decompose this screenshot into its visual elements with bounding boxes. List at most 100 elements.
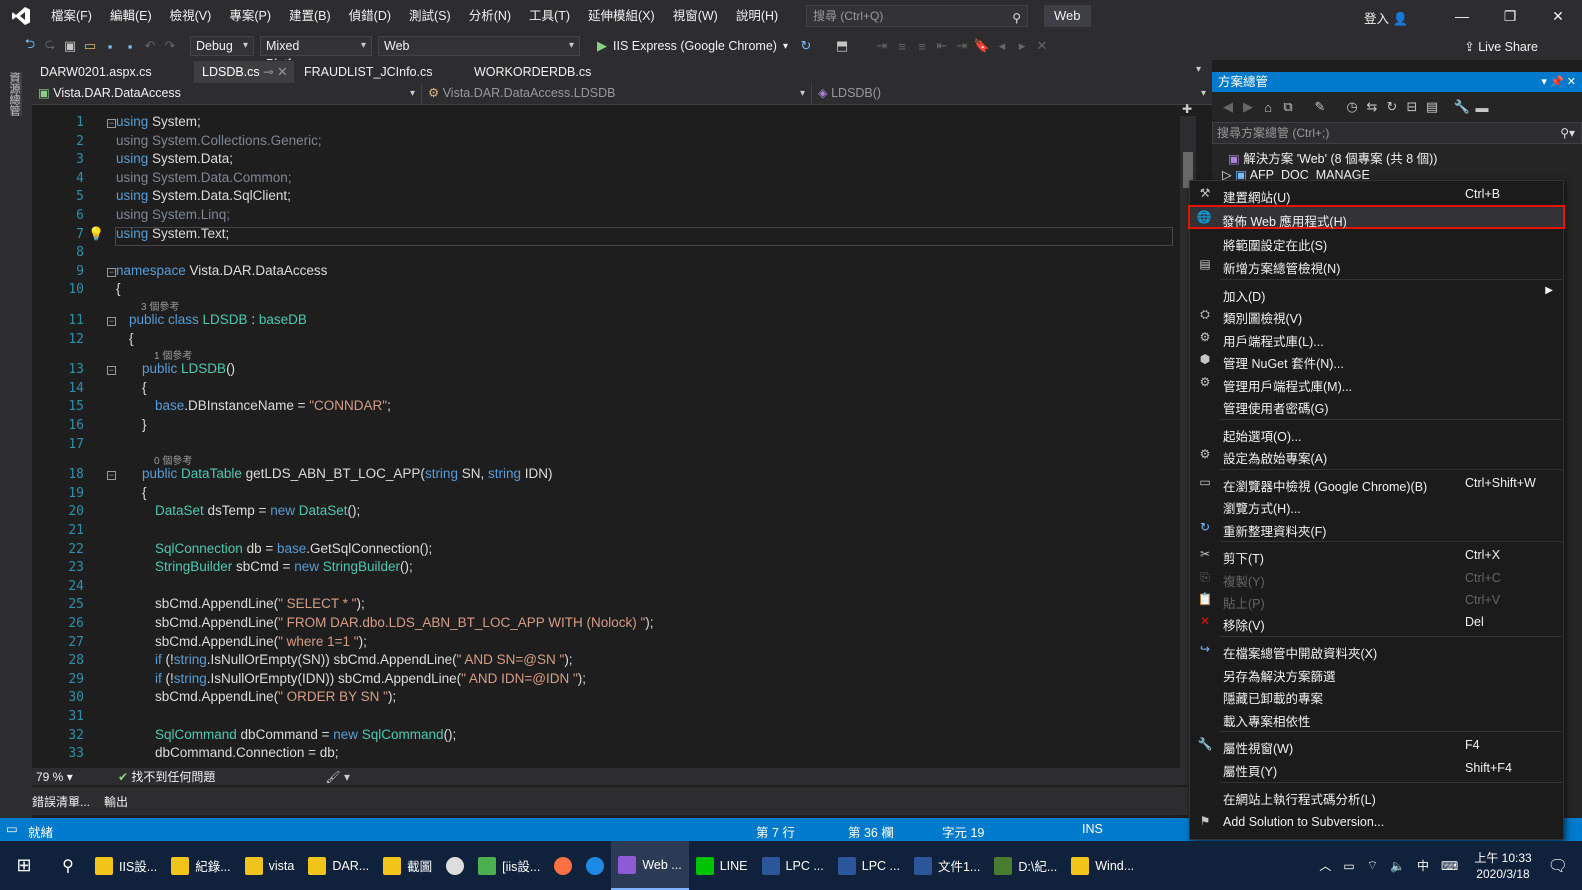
close-pane-icon[interactable]: ✕ bbox=[1567, 76, 1576, 88]
history-icon[interactable]: ◷ bbox=[1342, 99, 1362, 115]
context-menu-item[interactable]: 隱藏已卸載的專案 bbox=[1191, 684, 1563, 706]
taskbar-app[interactable] bbox=[547, 841, 579, 890]
menu-item[interactable]: 編輯(E) bbox=[101, 0, 161, 32]
context-menu-item[interactable]: 加入(D) ▶ bbox=[1191, 282, 1563, 304]
uncomment-icon[interactable]: ≡ bbox=[912, 39, 932, 54]
pin-icon[interactable]: 📌 bbox=[1550, 76, 1564, 88]
minimize-button[interactable]: — bbox=[1438, 0, 1486, 32]
context-menu-item[interactable]: ▤ 新增方案總管檢視(N) bbox=[1191, 254, 1563, 276]
ime-indicator[interactable]: 中 bbox=[1417, 857, 1429, 874]
code-editor[interactable]: 1 2 3 4 5 6 7 8 9 10 11 12 13 14 15 16 17 18 19 20 21 22 23 24 2… bbox=[32, 105, 1192, 768]
next-bookmark-icon[interactable]: ▸ bbox=[1012, 38, 1032, 54]
type-dropdown[interactable]: ⚙ Vista.DAR.DataAccess.LDSDB bbox=[422, 83, 812, 104]
refresh-icon[interactable]: ↻ bbox=[1382, 99, 1402, 115]
tool-window-tab[interactable]: 輸出 bbox=[104, 793, 128, 810]
taskbar-app[interactable]: Wind... bbox=[1064, 841, 1141, 890]
menu-item[interactable]: 工具(T) bbox=[520, 0, 579, 32]
new-project-icon[interactable]: ▣ bbox=[60, 38, 80, 54]
context-menu-item[interactable]: ↪ 在檔案總管中開啟資料夾(X) bbox=[1191, 639, 1563, 661]
run-button[interactable]: ▶ IIS Express (Google Chrome) ▾ bbox=[597, 38, 788, 54]
sign-in-link[interactable]: 登入 👤 bbox=[1364, 8, 1408, 27]
back-icon[interactable]: ◀ bbox=[1218, 99, 1238, 115]
taskbar-app[interactable] bbox=[439, 841, 471, 890]
menu-item[interactable]: 專案(P) bbox=[220, 0, 280, 32]
undo-icon[interactable]: ↶ bbox=[140, 38, 160, 54]
context-menu-item[interactable]: ✕ 移除(V) Del bbox=[1191, 611, 1563, 633]
context-menu-item[interactable]: 瀏覽方式(H)... bbox=[1191, 494, 1563, 516]
codelens-references[interactable]: 0 個參考 bbox=[154, 452, 192, 467]
close-button[interactable]: ✕ bbox=[1534, 0, 1582, 32]
collapse-icon[interactable]: − bbox=[107, 471, 116, 481]
member-dropdown[interactable]: ◈ LDSDB() bbox=[812, 83, 1212, 104]
collapse-icon[interactable]: − bbox=[107, 317, 116, 326]
startup-project-select[interactable]: Web bbox=[378, 36, 580, 56]
configuration-select[interactable]: Debug bbox=[190, 36, 254, 56]
context-menu-item[interactable]: ▭ 在瀏覽器中檢視 (Google Chrome)(B) Ctrl+Shift+W bbox=[1191, 472, 1563, 494]
taskbar-app[interactable]: 文件1... bbox=[907, 841, 987, 890]
tool-window-tab[interactable]: 錯誤清單... bbox=[32, 793, 90, 810]
zoom-select[interactable]: 79 % ▾ bbox=[32, 770, 92, 784]
preview-icon[interactable]: ▬ bbox=[1472, 100, 1492, 115]
context-menu-item[interactable]: ⚑ Add Solution to Subversion... bbox=[1191, 811, 1563, 833]
open-file-icon[interactable]: ▭ bbox=[80, 38, 100, 54]
taskbar-app[interactable]: Web ... bbox=[611, 841, 689, 890]
forward-icon[interactable]: ▶ bbox=[1238, 99, 1258, 115]
lightbulb-icon[interactable]: 💡 bbox=[88, 226, 104, 242]
chevron-down-icon[interactable]: ▾ bbox=[783, 41, 788, 52]
redo-icon[interactable]: ↷ bbox=[160, 38, 180, 54]
maximize-button[interactable]: ❐ bbox=[1486, 0, 1534, 32]
battery-icon[interactable]: ▭ bbox=[1343, 859, 1354, 873]
save-all-icon[interactable]: ▪ bbox=[120, 39, 140, 54]
switch-views-icon[interactable]: ⧉ bbox=[1278, 99, 1298, 115]
clear-bookmarks-icon[interactable]: ✕ bbox=[1032, 38, 1052, 54]
taskbar-app[interactable]: vista bbox=[238, 841, 302, 890]
outdent-icon[interactable]: ⇥ bbox=[952, 38, 972, 54]
context-menu-item[interactable]: 在網站上執行程式碼分析(L) bbox=[1191, 785, 1563, 807]
menu-item[interactable]: 視窗(W) bbox=[664, 0, 727, 32]
taskbar-app[interactable]: LINE bbox=[689, 841, 755, 890]
context-menu-item[interactable]: 管理使用者密碼(G) bbox=[1191, 394, 1563, 416]
menu-item[interactable]: 偵錯(D) bbox=[340, 0, 400, 32]
browser-link-icon[interactable]: ⬒ bbox=[832, 38, 852, 54]
context-menu-item[interactable]: 載入專案相依性 bbox=[1191, 707, 1563, 729]
menu-item[interactable]: 檔案(F) bbox=[42, 0, 101, 32]
context-menu-item[interactable]: 另存為解決方案篩選 bbox=[1191, 662, 1563, 684]
pin-tab-icon[interactable]: ⊸ bbox=[260, 65, 277, 79]
prev-bookmark-icon[interactable]: ◂ bbox=[992, 38, 1012, 54]
platform-select[interactable]: Mixed Platforms bbox=[260, 36, 372, 71]
tab-ldsdb-cs[interactable]: LDSDB.cs ⊸ ✕ bbox=[194, 61, 294, 83]
server-explorer-tab[interactable]: 資源總管 bbox=[8, 72, 22, 116]
taskbar-app[interactable]: D:\紀... bbox=[987, 841, 1064, 890]
context-menu-item[interactable]: 將範圍設定在此(S) bbox=[1191, 231, 1563, 253]
menu-item[interactable]: 分析(N) bbox=[460, 0, 520, 32]
project-dropdown[interactable]: ▣ Vista.DAR.DataAccess bbox=[32, 83, 422, 104]
sync-icon[interactable]: ⇆ bbox=[1362, 99, 1382, 115]
tab-workorderdb-cs[interactable]: WORKORDERDB.cs bbox=[466, 61, 599, 83]
context-menu-item[interactable]: ↻ 重新整理資料夾(F) bbox=[1191, 517, 1563, 539]
tab-overflow-icon[interactable]: ▾ bbox=[1196, 64, 1201, 75]
code-cleanup-icon[interactable]: 🖌 ▾ bbox=[325, 770, 350, 784]
volume-icon[interactable]: 🔈 bbox=[1390, 859, 1405, 873]
properties-icon[interactable]: 🔧 bbox=[1452, 99, 1472, 115]
windows-start-icon[interactable]: ⊞ bbox=[0, 841, 48, 890]
collapse-icon[interactable]: − bbox=[107, 366, 116, 376]
taskbar-app[interactable]: LPC ... bbox=[755, 841, 831, 890]
split-icon[interactable]: ✚ bbox=[1182, 102, 1192, 116]
home-icon[interactable]: ⌂ bbox=[1258, 100, 1278, 115]
issues-indicator[interactable]: ✔ 找不到任何問題 bbox=[118, 768, 215, 785]
comment-icon[interactable]: ≡ bbox=[892, 39, 912, 54]
context-menu-item[interactable]: ⛭ 類別圖檢視(V) bbox=[1191, 304, 1563, 326]
context-menu-item[interactable]: ⚒ 建置網站(U) Ctrl+B bbox=[1191, 183, 1563, 205]
context-menu-item[interactable]: ✂ 剪下(T) Ctrl+X bbox=[1191, 544, 1563, 566]
tab-fraudlist-jcinfo-cs[interactable]: FRAUDLIST_JCInfo.cs bbox=[296, 61, 464, 83]
forward-icon[interactable]: ⮎ bbox=[40, 35, 60, 57]
back-icon[interactable]: ⮌ bbox=[20, 35, 40, 57]
refresh-icon[interactable]: ↻ bbox=[796, 38, 816, 54]
taskbar-app[interactable]: [iis設... bbox=[471, 841, 547, 890]
solution-node[interactable]: ▣ 解決方案 'Web' (8 個專案 (共 8 個)) bbox=[1228, 148, 1437, 167]
collapse-icon[interactable]: − bbox=[107, 119, 116, 128]
menu-item[interactable]: 檢視(V) bbox=[161, 0, 221, 32]
menu-item[interactable]: 延伸模組(X) bbox=[579, 0, 664, 32]
indent-icon[interactable]: ⇤ bbox=[932, 38, 952, 54]
context-menu-item[interactable]: ⚙ 用戶端程式庫(L)... bbox=[1191, 327, 1563, 349]
